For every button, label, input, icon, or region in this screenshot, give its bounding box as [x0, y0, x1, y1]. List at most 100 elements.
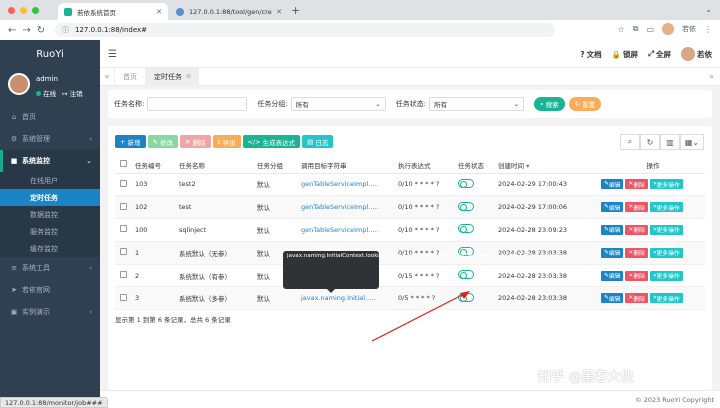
column-header[interactable]: 任务编号 — [135, 157, 179, 174]
row-edit-button[interactable]: ✎ 编辑 — [601, 293, 624, 304]
table-row[interactable]: 103 test2 默认 genTableServiceImpl..... 0/10 *… — [115, 173, 705, 197]
refresh-icon[interactable]: ↻ — [640, 134, 660, 150]
docs-button[interactable]: ? 文档 — [580, 49, 601, 60]
sidebar-item-server-monitor[interactable]: 服务监控 — [0, 223, 100, 240]
sidebar-item-system[interactable]: ⚙ 系统管理 ‹ — [0, 128, 100, 150]
row-checkbox[interactable] — [120, 248, 127, 256]
status-toggle[interactable] — [458, 224, 474, 234]
extensions-icon[interactable]: ⧉ — [633, 24, 639, 34]
sidebar-item-website[interactable]: ➤ 若依官网 — [0, 279, 100, 301]
row-more-button[interactable]: » 更多操作 — [649, 224, 683, 235]
profile-name[interactable]: 若依 — [682, 24, 696, 34]
export-button[interactable]: ⤓ 导出 — [212, 135, 241, 148]
status-toggle[interactable] — [458, 201, 474, 211]
browser-tab-home[interactable]: 若依系统首页 ✕ — [58, 3, 168, 20]
menu-icon[interactable]: ⋮ — [704, 25, 712, 34]
table-row[interactable]: 100 sqlinject 默认 genTableServiceImpl..... 0/… — [115, 218, 705, 242]
log-button[interactable]: ▤ 日志 — [302, 135, 334, 148]
column-header[interactable]: 创建时间 ▾ — [498, 157, 601, 174]
double-left-icon[interactable]: « — [100, 72, 114, 81]
invoke-target[interactable]: genTableServiceImpl..... — [301, 195, 398, 220]
close-window-button[interactable] — [8, 7, 15, 14]
reload-icon[interactable]: ↻ — [37, 25, 45, 36]
maximize-window-button[interactable] — [32, 7, 39, 14]
logout-link[interactable]: ↦ 注销 — [62, 88, 83, 98]
star-icon[interactable]: ☆ — [618, 25, 625, 34]
back-icon[interactable]: ← — [8, 25, 16, 36]
search-button[interactable]: ⌕ 搜索 — [534, 97, 565, 111]
close-icon[interactable]: ⊗ — [186, 73, 191, 80]
column-header[interactable]: 任务状态 — [458, 157, 498, 174]
row-delete-button[interactable]: ✕ 删除 — [625, 224, 648, 235]
avatar[interactable] — [8, 73, 30, 95]
hamburger-icon[interactable]: ☰ — [108, 49, 117, 60]
search-icon[interactable]: ⌕ — [620, 134, 640, 150]
minimize-window-button[interactable] — [20, 7, 27, 14]
row-delete-button[interactable]: ✕ 删除 — [625, 270, 648, 281]
row-edit-button[interactable]: ✎ 编辑 — [601, 179, 624, 190]
delete-button[interactable]: ✕ 删除 — [180, 135, 211, 148]
sidebar-item-cache-monitor[interactable]: 缓存监控 — [0, 240, 100, 257]
tab-jobs[interactable]: 定时任务 ⊗ — [145, 67, 200, 86]
grid-icon[interactable]: ▦⌄ — [680, 134, 704, 150]
row-more-button[interactable]: » 更多操作 — [649, 179, 683, 190]
column-header[interactable]: 任务名称 — [179, 157, 257, 174]
row-delete-button[interactable]: ✕ 删除 — [625, 202, 648, 213]
status-toggle[interactable] — [458, 178, 474, 188]
new-tab-button[interactable]: + — [291, 4, 300, 17]
close-icon[interactable]: ✕ — [276, 8, 282, 16]
row-more-button[interactable]: » 更多操作 — [649, 202, 683, 213]
sidebar-icon[interactable]: ▭ — [646, 25, 654, 34]
row-checkbox[interactable] — [120, 225, 127, 233]
row-more-button[interactable]: » 更多操作 — [649, 247, 683, 258]
row-checkbox[interactable] — [120, 293, 127, 301]
status-toggle[interactable] — [458, 270, 474, 280]
tab-home[interactable]: 首页 — [114, 67, 145, 86]
sidebar-item-monitor[interactable]: ■ 系统监控 ⌄ — [0, 150, 100, 172]
add-button[interactable]: + 新增 — [115, 135, 146, 148]
table-row[interactable]: 102 test 默认 genTableServiceImpl..... 0/10 * … — [115, 195, 705, 220]
forward-icon[interactable]: → — [22, 25, 30, 36]
table-row[interactable]: 2 系统默认（有参） 默认 0/15 * * * * ? 2024-02-28 23:0… — [115, 264, 705, 288]
profile-avatar[interactable] — [662, 23, 674, 35]
chevron-down-icon[interactable]: ⌄ — [705, 5, 712, 14]
column-header[interactable]: 任务分组 — [257, 157, 301, 174]
fullscreen-button[interactable]: ⤢ 全屏 — [648, 49, 671, 60]
row-checkbox[interactable] — [120, 202, 127, 210]
invoke-target[interactable]: genTableServiceImpl..... — [301, 218, 398, 242]
select-all-checkbox[interactable] — [120, 160, 127, 168]
row-delete-button[interactable]: ✕ 删除 — [625, 179, 648, 190]
sidebar-item-online-users[interactable]: 在线用户 — [0, 172, 100, 189]
sidebar-item-tools[interactable]: ≡ 系统工具 ‹ — [0, 257, 100, 279]
sidebar-item-data-monitor[interactable]: 数据监控 — [0, 206, 100, 223]
gen-cron-button[interactable]: </> 生成表达式 — [242, 135, 301, 148]
sidebar-item-jobs[interactable]: 定时任务 — [0, 189, 100, 206]
column-header[interactable]: 调用目标字符串 — [301, 157, 398, 174]
columns-icon[interactable]: ▥ — [660, 134, 680, 150]
row-more-button[interactable]: » 更多操作 — [649, 270, 683, 281]
row-checkbox[interactable] — [120, 271, 127, 279]
close-icon[interactable]: ✕ — [156, 8, 162, 16]
task-group-select[interactable]: 所有 ⌄ — [290, 97, 386, 111]
browser-tab-gen[interactable]: 127.0.0.1:88/tool/gen/createTa ✕ — [170, 3, 288, 20]
url-input[interactable]: ⓘ 127.0.0.1:88/index# — [55, 23, 555, 37]
row-edit-button[interactable]: ✎ 编辑 — [601, 224, 624, 235]
row-more-button[interactable]: » 更多操作 — [649, 293, 683, 304]
row-delete-button[interactable]: ✕ 删除 — [625, 247, 648, 258]
column-header[interactable]: 执行表达式 — [398, 157, 458, 174]
edit-button[interactable]: ✎ 修改 — [147, 135, 179, 148]
user-menu[interactable]: 若依 — [681, 47, 712, 61]
sidebar-item-home[interactable]: ⌂ 首页 — [0, 106, 100, 128]
invoke-target[interactable]: genTableServiceImpl..... — [301, 173, 398, 197]
row-edit-button[interactable]: ✎ 编辑 — [601, 202, 624, 213]
reset-button[interactable]: ↻ 重置 — [568, 97, 602, 111]
row-edit-button[interactable]: ✎ 编辑 — [601, 247, 624, 258]
row-delete-button[interactable]: ✕ 删除 — [625, 293, 648, 304]
task-name-input[interactable] — [147, 97, 248, 111]
sidebar-item-demo[interactable]: ▣ 实例演示 ‹ — [0, 301, 100, 323]
double-right-icon[interactable]: » — [709, 72, 714, 81]
lock-screen-button[interactable]: 🔒 锁屏 — [612, 49, 638, 60]
row-edit-button[interactable]: ✎ 编辑 — [601, 270, 624, 281]
task-status-select[interactable]: 所有 ⌄ — [429, 97, 525, 111]
row-checkbox[interactable] — [120, 179, 127, 187]
